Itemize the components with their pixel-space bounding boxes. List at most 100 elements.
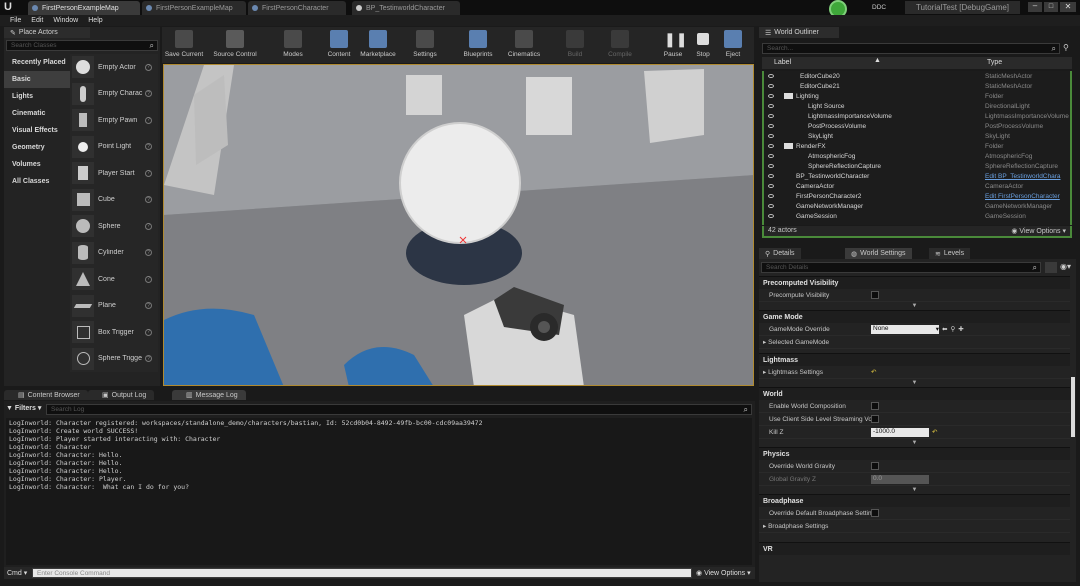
override-broadphase-checkbox[interactable] [871,509,879,517]
visibility-eye-icon[interactable] [768,124,774,128]
prop-selected-gamemode[interactable]: ▸ Selected GameMode [759,336,1070,349]
help-icon[interactable]: ? [145,302,152,310]
search-details-input[interactable]: Search Details ⌕ [761,262,1041,273]
prop-lightmass-settings[interactable]: ▸ Lightmass Settings ↶ [759,366,1070,379]
outliner-row[interactable]: CameraActor CameraActor [764,181,1070,191]
tab-world-settings[interactable]: ◍ World Settings [845,248,912,259]
section-vr[interactable]: VR [759,542,1070,555]
category-all-classes[interactable]: All Classes [4,173,70,190]
menu-window[interactable]: Window [53,17,78,24]
actor-item[interactable]: Empty Charac? [70,81,158,108]
outliner-row[interactable]: PostProcessVolume PostProcessVolume [764,121,1070,131]
add-icon[interactable]: ✚ [958,325,963,333]
help-icon[interactable]: ? [145,90,152,98]
modes-button[interactable]: Modes [276,27,310,62]
help-icon[interactable]: ? [145,328,152,336]
maximize-button[interactable]: □ [1044,2,1058,12]
visibility-eye-icon[interactable] [768,134,774,138]
menu-edit[interactable]: Edit [31,17,43,24]
outliner-row[interactable]: AtmosphericFog AtmosphericFog [764,151,1070,161]
section-lightmass[interactable]: Lightmass [759,353,1070,366]
category-recently-placed[interactable]: Recently Placed [4,54,70,71]
search-classes-input[interactable]: Search Classes ⌕ [6,40,158,51]
visibility-eye-icon[interactable] [768,174,774,178]
category-visual-effects[interactable]: Visual Effects [4,122,70,139]
filters-button[interactable]: ▼ Filters ▾ [6,404,41,412]
visibility-eye-icon[interactable] [768,184,774,188]
build-button[interactable]: Build [558,27,592,62]
outliner-filter-icon[interactable]: ⚲ [1063,43,1069,52]
client-side-streaming-checkbox[interactable] [871,415,879,423]
actor-item[interactable]: Box Trigger? [70,319,158,346]
actor-item[interactable]: Sphere? [70,213,158,240]
menu-help[interactable]: Help [88,17,102,24]
outliner-row[interactable]: GameNetworkManager GameNetworkManager [764,201,1070,211]
precompute-visibility-checkbox[interactable] [871,291,879,299]
stop-button[interactable]: Stop [688,27,718,62]
outliner-row[interactable]: Lighting Folder [764,91,1070,101]
visibility-eye-icon[interactable] [768,74,774,78]
help-icon[interactable]: ? [145,196,152,204]
tab-bp-testinworld-character[interactable]: BP_TestinworldCharacter [352,1,460,15]
section-physics[interactable]: Physics [759,447,1070,460]
browse-icon[interactable]: ⚲ [950,325,955,333]
help-icon[interactable]: ? [145,116,152,124]
outliner-row[interactable]: SphereReflectionCapture SphereReflectionC… [764,161,1070,171]
visibility-eye-icon[interactable] [768,144,774,148]
details-scrollbar[interactable] [1071,377,1075,437]
kill-z-input[interactable]: -1000.0 [871,427,929,437]
tab-firstperson-map[interactable]: FirstPersonExampleMap [142,1,246,15]
expand-arrow-icon[interactable]: ▼ [759,302,1070,310]
help-icon[interactable]: ? [145,63,152,71]
actor-item[interactable]: Player Start? [70,160,158,187]
section-game-mode[interactable]: Game Mode [759,310,1070,323]
visibility-eye-icon[interactable] [768,114,774,118]
actor-item[interactable]: Cylinder? [70,240,158,267]
visibility-eye-icon[interactable] [768,194,774,198]
source-control-button[interactable]: Source Control [210,27,260,62]
category-basic[interactable]: Basic [4,71,70,88]
help-icon[interactable]: ? [145,169,152,177]
blueprints-button[interactable]: Blueprints [458,27,498,62]
close-button[interactable]: ✕ [1060,2,1076,12]
visibility-eye-icon[interactable] [768,204,774,208]
outliner-row[interactable]: Light Source DirectionalLight [764,101,1070,111]
actor-item[interactable]: Point Light? [70,134,158,161]
menu-file[interactable]: File [10,17,21,24]
section-precomputed-visibility[interactable]: Precomputed Visibility [759,276,1070,289]
visibility-eye-icon[interactable] [768,104,774,108]
outliner-row[interactable]: BP_TestinworldCharacter Edit BP_Testinwor… [764,171,1070,181]
actor-item[interactable]: Empty Actor? [70,54,158,81]
category-lights[interactable]: Lights [4,88,70,105]
search-log-input[interactable]: Search Log ⌕ [46,404,752,415]
tab-firstperson-character[interactable]: FirstPersonCharacter [248,1,346,15]
help-icon[interactable]: ? [145,275,152,283]
world-composition-checkbox[interactable] [871,402,879,410]
cinematics-button[interactable]: Cinematics [504,27,544,62]
visibility-eye-icon[interactable] [768,94,774,98]
grid-view-icon[interactable] [1045,262,1057,273]
view-options-button[interactable]: ◉ View Options ▾ [1011,227,1066,235]
actor-item[interactable]: Empty Pawn? [70,107,158,134]
visibility-eye-icon[interactable] [768,154,774,158]
tab-output-log[interactable]: ▣ Output Log [88,390,155,400]
compile-button[interactable]: Compile [602,27,638,62]
section-world[interactable]: World [759,387,1070,400]
content-button[interactable]: Content [322,27,356,62]
override-gravity-checkbox[interactable] [871,462,879,470]
outliner-row[interactable]: EditorCube20 StaticMeshActor [764,71,1070,81]
category-cinematic[interactable]: Cinematic [4,105,70,122]
marketplace-button[interactable]: Marketplace [356,27,400,62]
visibility-eye-icon[interactable] [768,84,774,88]
outliner-row[interactable]: SkyLight SkyLight [764,131,1070,141]
settings-button[interactable]: Settings [408,27,442,62]
console-command-input[interactable]: Enter Console Command [32,568,692,578]
expand-arrow-icon[interactable]: ▼ [759,486,1070,494]
actor-item[interactable]: Cone? [70,266,158,293]
visibility-options-icon[interactable]: ◉▾ [1060,262,1071,271]
cmd-dropdown[interactable]: Cmd ▾ [7,569,27,577]
reset-icon[interactable]: ↶ [871,368,876,376]
outliner-search-input[interactable]: Search... ⌕ [762,43,1060,54]
log-view-options-button[interactable]: ◉ View Options ▾ [696,569,751,577]
expand-arrow-icon[interactable]: ▼ [759,439,1070,447]
